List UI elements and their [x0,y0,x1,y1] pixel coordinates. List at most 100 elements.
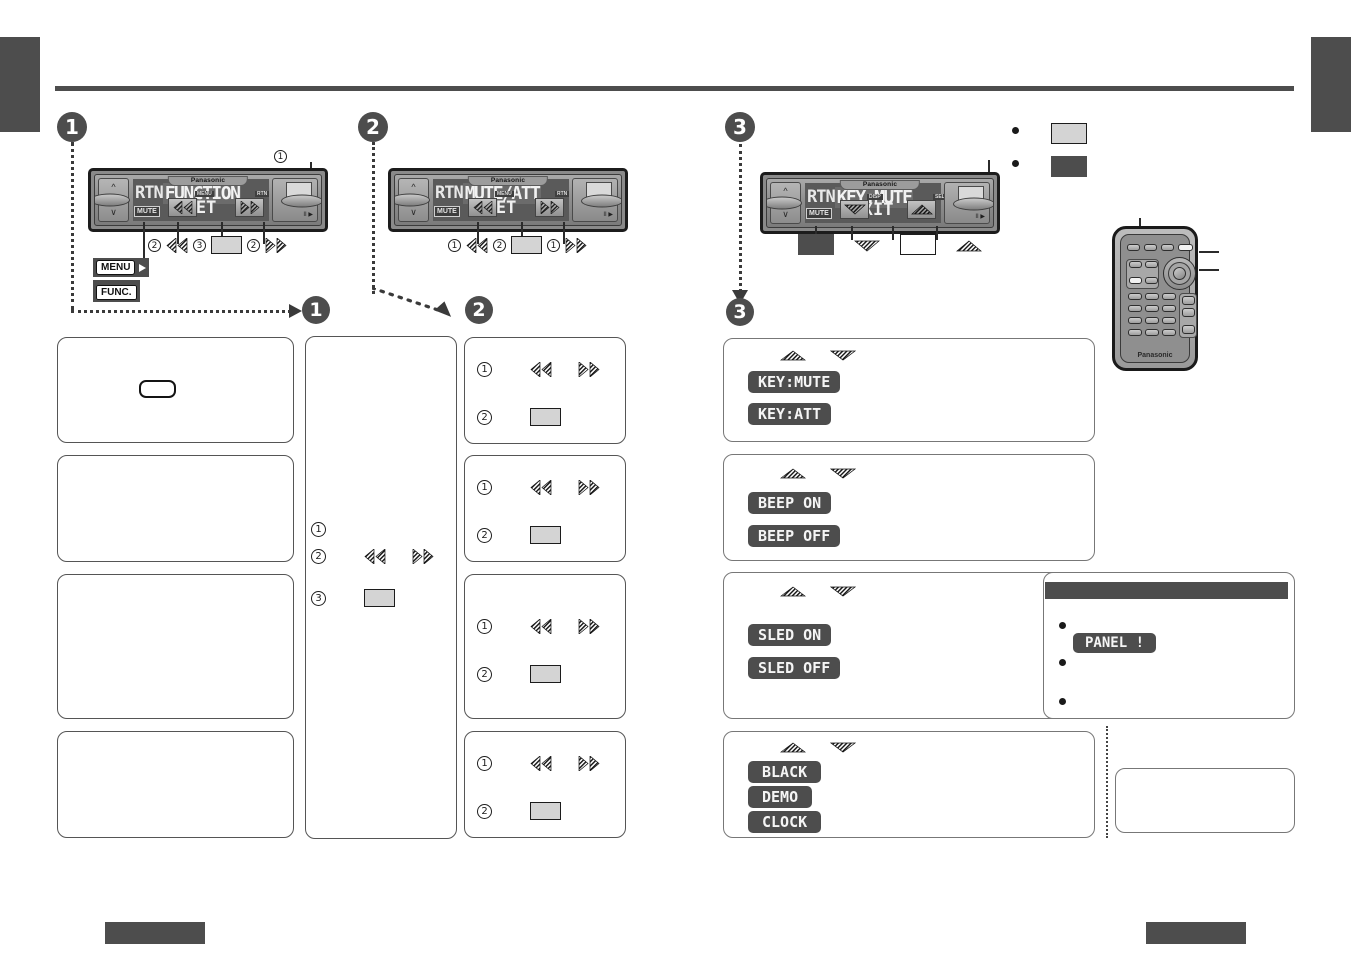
lcd-rtn-tag: RTN [255,191,270,197]
option-box-2-pill-2: BEEP OFF [748,525,841,547]
row-number: 1 [477,756,492,771]
triangle-up-hatched-icon [779,584,807,602]
triangle-up-hatched-icon [779,348,807,366]
play-pause-icon: II ▶ [303,212,313,218]
remote-key-r1c3[interactable] [1161,244,1174,251]
manual-page: 1 1 1 ^ ∨ Panasonic RTN FUNCTION MUTE [0,0,1351,954]
remote-key-2[interactable] [1145,293,1159,300]
step2-connector-diagonal [370,286,462,318]
down-button[interactable] [840,200,869,219]
panel2-key-row: 1 2 1 [448,236,587,254]
chevron-right-hatched-icon [578,618,600,635]
legend-swatch-dark [1051,156,1087,177]
up-button[interactable] [907,200,936,219]
row-number: 2 [477,803,492,819]
set-key[interactable] [530,665,561,683]
remote-key-r1c1[interactable] [1127,244,1140,251]
remote-volume-up-key[interactable] [1182,296,1195,305]
seek-back-button[interactable] [168,198,197,217]
remote-select-key[interactable] [1182,325,1195,334]
left-box-4 [57,731,294,838]
remote-jog-center[interactable] [1173,267,1186,280]
remote-key-6[interactable] [1162,305,1176,312]
lcd-mute-badge: MUTE [806,208,832,219]
remote-key-4[interactable] [1128,305,1142,312]
seek-forward-button[interactable] [235,198,264,217]
step-number-3: 3 [725,112,755,142]
remote-key-mute[interactable] [1162,329,1176,336]
chevron-left-hatched-icon [364,548,386,565]
remote-face: Panasonic [1120,234,1197,363]
remote-key-3[interactable] [1162,293,1176,300]
remote-key-5[interactable] [1145,305,1159,312]
stereo-unit-panel2: ^ ∨ Panasonic RTN MUTE/ATT MUTE MENU RTN… [388,168,628,232]
panel2-set-key[interactable] [511,236,542,254]
func-key-label[interactable]: FUNC. [93,280,140,302]
note-bullet-1 [1059,622,1066,629]
remote-key-power[interactable] [1178,244,1193,251]
panel1-set-key[interactable] [211,236,242,254]
lcd-menu-tag: MENU [495,191,514,197]
option-row-box-4: 1 2 [464,731,626,838]
remote-key-r1c2[interactable] [1144,244,1157,251]
left-box-1-key[interactable] [139,380,176,398]
play-arrow-icon [139,263,147,272]
seek-forward-button[interactable] [535,198,564,217]
panasonic-logo: Panasonic [467,176,549,186]
panel2-key-num-a: 1 [448,238,461,252]
footer-page-box-left [105,922,205,944]
option-box-4-arrows [779,740,857,758]
remote-key-disp[interactable] [1128,329,1142,336]
set-key[interactable] [530,802,561,820]
volume-up-icon: ^ [111,182,116,192]
triangle-down-hatched-icon [829,740,857,758]
seek-back-button[interactable] [468,198,497,217]
option-box-2-arrows [779,466,857,484]
option-row-box-3: 1 2 [464,574,626,719]
triangle-down-hatched-icon [829,466,857,484]
panel3-exit-key[interactable] [900,234,936,255]
option-box-3-pill-1: SLED ON [748,624,832,646]
set-key[interactable] [530,408,561,426]
rounded-white-key-icon [139,380,176,398]
step1-connector-vertical [71,142,74,310]
mid-column-box: 1 2 3 [305,336,457,839]
mid-row-3-number: 3 [311,590,326,606]
chevron-right-hatched-icon [240,201,259,214]
menu-key-label[interactable]: MENU [93,258,150,277]
panel3-mute-key[interactable] [798,234,834,255]
left-box-1 [57,337,294,443]
remote-key-menu[interactable] [1129,277,1142,284]
lcd-mute-badge: MUTE [434,206,460,217]
remote-volume-down-key[interactable] [1182,308,1195,317]
left-box-3 [57,574,294,719]
play-pause-icon: II ▶ [975,214,985,220]
remote-key-r2c1[interactable] [1129,261,1142,268]
mid-row-3-key[interactable] [364,589,395,607]
selector-knob-right[interactable] [581,194,621,208]
menu-label-text: MENU [96,260,136,275]
remote-key-r3c2[interactable] [1145,277,1158,284]
volume-up-icon: ^ [411,182,416,192]
step-number-2: 2 [358,112,388,142]
lcd-mute-badge: MUTE [134,206,160,217]
remote-key-1[interactable] [1128,293,1142,300]
remote-key-0[interactable] [1145,329,1159,336]
selector-knob-right[interactable] [953,197,993,211]
func-label-text: FUNC. [96,285,137,300]
chevron-left-hatched-icon [530,361,552,378]
selector-knob-right[interactable] [281,194,321,208]
remote-key-9[interactable] [1162,317,1176,324]
panel2-key-num-c: 1 [547,238,560,252]
chevron-left-hatched-icon [530,618,552,635]
remote-key-7[interactable] [1128,317,1142,324]
remote-control: Panasonic [1112,226,1198,371]
remote-key-r2c2[interactable] [1145,261,1158,268]
remote-key-8[interactable] [1145,317,1159,324]
legend-bullet-1 [1012,127,1019,134]
mid-row-1-number: 1 [311,522,326,538]
panel1-callout-number: 1 [274,148,287,166]
option-row-3-line-2: 2 [477,665,561,683]
stereo-unit-panel1: ^ ∨ Panasonic RTN FUNCTION MUTE MENU RTN… [88,168,328,232]
set-key[interactable] [530,526,561,544]
